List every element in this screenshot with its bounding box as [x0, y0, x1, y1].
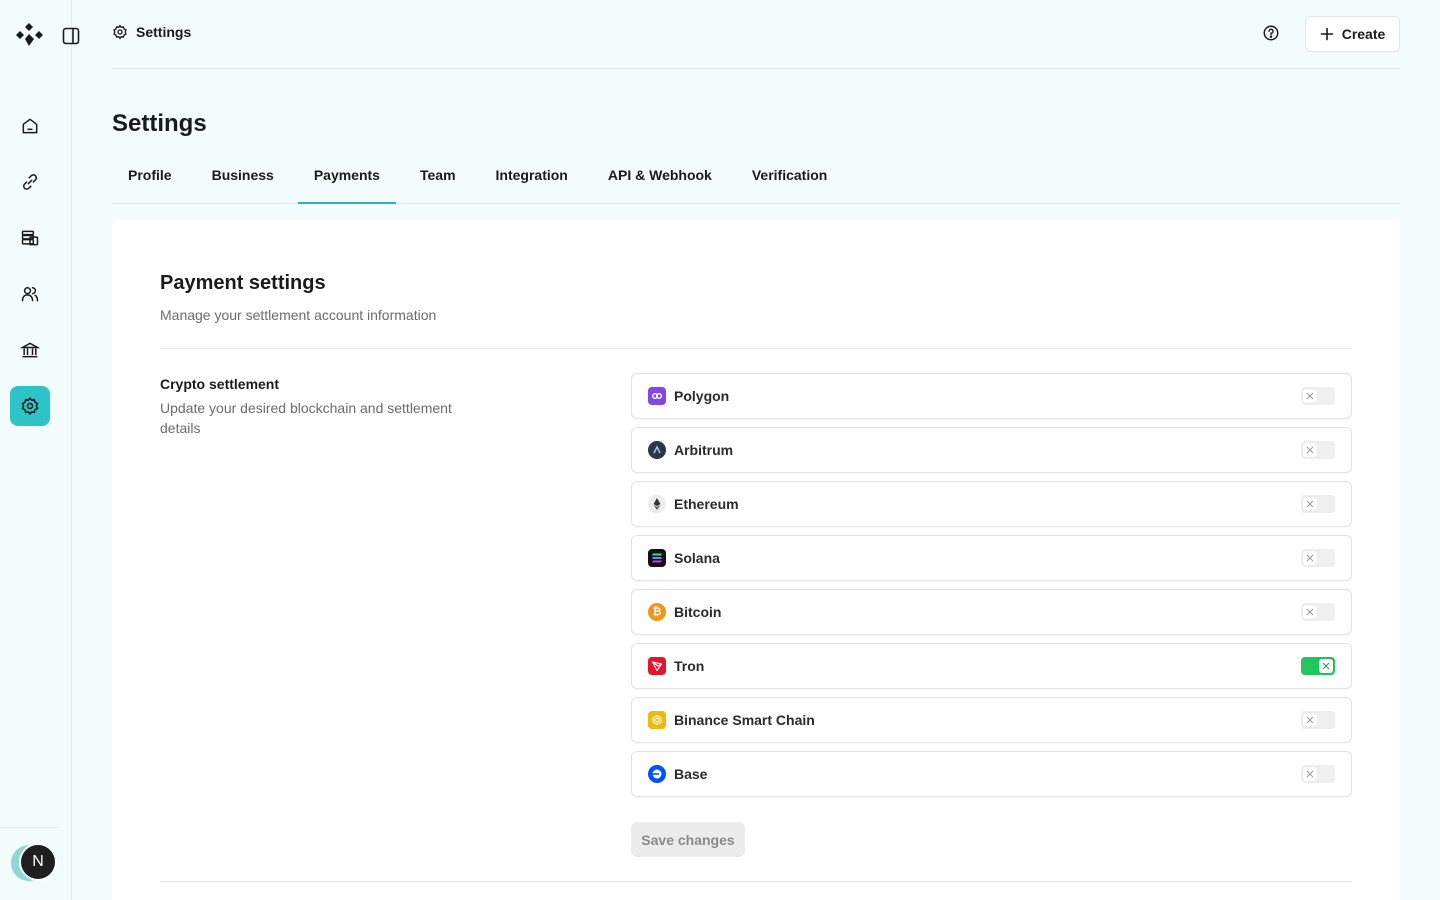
tron-icon [648, 657, 666, 675]
section-description: Manage your settlement account informati… [160, 307, 437, 323]
payment-settings-card: Payment settings Manage your settlement … [112, 220, 1400, 900]
solana-icon [648, 549, 666, 567]
left-rail: N [0, 0, 72, 900]
toggle-base[interactable] [1301, 765, 1335, 783]
chain-name: Binance Smart Chain [674, 712, 815, 728]
close-icon [1306, 446, 1314, 454]
polygon-icon [648, 387, 666, 405]
plus-icon [1320, 27, 1334, 41]
help-icon[interactable] [1262, 24, 1280, 42]
tab-api-webhook[interactable]: API & Webhook [592, 150, 728, 203]
chain-row-base: Base [631, 751, 1352, 797]
rail-divider [0, 827, 58, 828]
base-icon [648, 765, 666, 783]
tab-business[interactable]: Business [196, 150, 290, 203]
toggle-tron[interactable] [1301, 657, 1335, 675]
nav-transactions[interactable] [10, 218, 50, 258]
chain-row-polygon: Polygon [631, 373, 1352, 419]
gear-icon [21, 396, 39, 416]
toggle-arbitrum[interactable] [1301, 441, 1335, 459]
nav-bank[interactable] [10, 330, 50, 370]
nav-settings[interactable] [10, 386, 50, 426]
close-icon [1306, 500, 1314, 508]
tab-integration[interactable]: Integration [480, 150, 584, 203]
chain-name: Polygon [674, 388, 730, 404]
section-divider-bottom [160, 881, 1352, 882]
breadcrumb-label: Settings [136, 24, 192, 40]
chain-name: Tron [674, 658, 705, 674]
ethereum-icon [648, 495, 666, 513]
toggle-solana[interactable] [1301, 549, 1335, 567]
chain-name: Ethereum [674, 496, 739, 512]
crypto-settlement-title: Crypto settlement [160, 376, 280, 392]
tab-payments[interactable]: Payments [297, 150, 397, 204]
arbitrum-icon [648, 441, 666, 459]
top-bar: Settings Create [112, 0, 1400, 69]
chain-row-bitcoin: ₿ Bitcoin [631, 589, 1352, 635]
close-icon [1306, 554, 1314, 562]
chain-name: Arbitrum [674, 442, 734, 458]
chain-row-ethereum: Ethereum [631, 481, 1352, 527]
close-icon [1306, 608, 1314, 616]
close-icon [1306, 770, 1314, 778]
toggle-ethereum[interactable] [1301, 495, 1335, 513]
nav-customers[interactable] [10, 274, 50, 314]
create-button-label: Create [1341, 26, 1386, 42]
chain-name: Solana [674, 550, 720, 566]
chain-name: Base [674, 766, 708, 782]
close-icon [1306, 716, 1314, 724]
section-divider [160, 348, 1352, 349]
bank-icon [20, 342, 40, 358]
tab-team[interactable]: Team [404, 150, 472, 203]
avatar[interactable]: N [19, 843, 57, 881]
chain-name: Bitcoin [674, 604, 722, 620]
users-icon [21, 287, 39, 302]
gear-icon [113, 24, 127, 40]
chain-row-solana: Solana [631, 535, 1352, 581]
bnb-icon [648, 711, 666, 729]
settings-tabs: Profile Business Payments Team Integrati… [112, 150, 1400, 204]
bitcoin-icon: ₿ [648, 603, 666, 621]
nav-links[interactable] [10, 162, 50, 202]
nav-home[interactable] [10, 106, 50, 146]
toggle-polygon[interactable] [1301, 387, 1335, 405]
crypto-settlement-description: Update your desired blockchain and settl… [160, 400, 452, 436]
chain-row-bnb: Binance Smart Chain [631, 697, 1352, 743]
link-icon [22, 174, 38, 190]
toggle-bnb[interactable] [1301, 711, 1335, 729]
breadcrumb: Settings [112, 24, 191, 40]
sidebar-toggle-icon[interactable] [61, 26, 81, 46]
coins-stack-icon [21, 230, 39, 246]
close-icon [1322, 662, 1330, 670]
brand-logo-icon[interactable] [15, 20, 45, 50]
tab-verification[interactable]: Verification [736, 150, 843, 203]
chain-row-arbitrum: Arbitrum [631, 427, 1352, 473]
chain-list: Polygon Arbitrum Ethereum Solana ₿ Bitco… [631, 373, 1352, 805]
chain-row-tron: Tron [631, 643, 1352, 689]
create-button[interactable]: Create [1305, 16, 1400, 52]
close-icon [1306, 392, 1314, 400]
save-changes-button[interactable]: Save changes [631, 822, 745, 857]
page-title: Settings [112, 110, 207, 137]
section-title: Payment settings [160, 272, 326, 294]
account-switcher[interactable]: N [11, 843, 59, 883]
home-icon [22, 118, 38, 134]
toggle-bitcoin[interactable] [1301, 603, 1335, 621]
tab-profile[interactable]: Profile [112, 150, 188, 203]
